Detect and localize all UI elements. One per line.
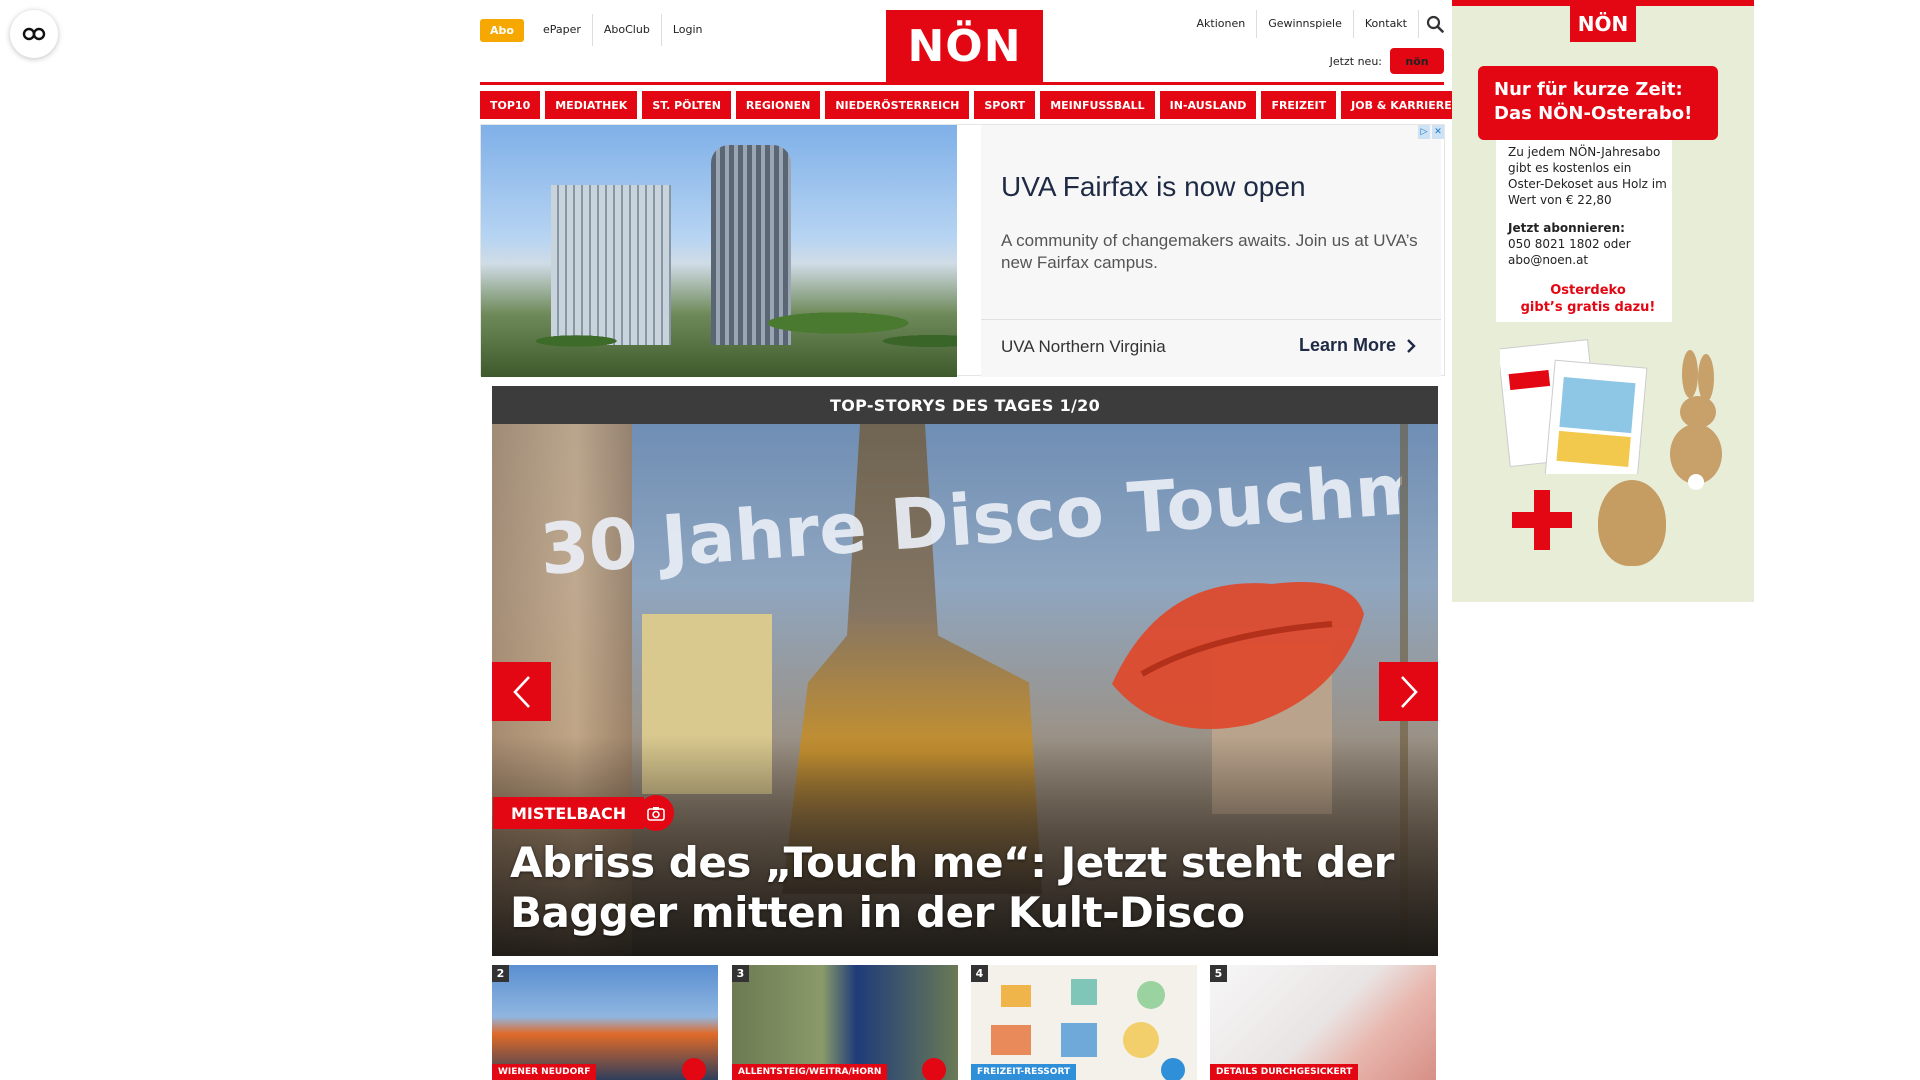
kleine-logo-link[interactable]: nön	[1390, 48, 1444, 74]
page: Abo ePaper AboClub Login NÖN Aktionen Ge…	[0, 0, 1920, 1080]
plus-icon	[1512, 490, 1572, 550]
side-ad-subscribe-label: Jetzt abonnieren:	[1508, 221, 1625, 235]
top-nav-left: Abo ePaper AboClub Login	[480, 14, 714, 46]
carousel-next-button[interactable]	[1379, 662, 1438, 721]
gewinnspiele-link[interactable]: Gewinnspiele	[1256, 10, 1353, 38]
hero-region-tag[interactable]: MISTELBACH	[493, 797, 645, 829]
nav-item-job-karriere[interactable]: JOB & KARRIERE	[1341, 91, 1462, 119]
thumb-region-label: ALLENTSTEIG/WEITRA/HORN	[732, 1064, 888, 1080]
side-ad-headline: Nur für kurze Zeit: Das NÖN-Osterabo!	[1478, 66, 1718, 140]
ad-choices[interactable]: ▷ ✕	[1418, 125, 1444, 139]
thumb-number: 5	[1210, 965, 1227, 982]
side-ad-headline-line2: Das NÖN-Osterabo!	[1494, 103, 1693, 124]
side-ad-body: Zu jedem NÖN-Jahresabo gibt es kostenlos…	[1508, 145, 1667, 207]
thumb-region-label: DETAILS DURCHGESICKERT	[1210, 1064, 1359, 1080]
accessibility-button[interactable]	[10, 10, 58, 58]
nav-item-regionen[interactable]: REGIONEN	[735, 91, 821, 119]
thumb-number: 2	[492, 965, 509, 982]
touchme-lips-logo	[1112, 582, 1364, 729]
side-ad-promo: Osterdeko gibt’s gratis dazu!	[1508, 282, 1668, 316]
abo-button[interactable]: Abo	[480, 18, 524, 42]
nav-item-mediathek[interactable]: MEDIATHEK	[545, 91, 638, 119]
epaper-link[interactable]: ePaper	[532, 14, 592, 46]
ad-sponsor: UVA Northern Virginia	[1001, 337, 1166, 356]
site-logo[interactable]: NÖN	[886, 10, 1043, 83]
side-ad-text: Zu jedem NÖN-Jahresabo gibt es kostenlos…	[1508, 144, 1668, 268]
aktionen-link[interactable]: Aktionen	[1186, 10, 1257, 38]
newspaper-stack-image	[1500, 339, 1648, 474]
side-ad[interactable]: NÖN Nur für kurze Zeit: Das NÖN-Osterabo…	[1452, 0, 1754, 602]
nav-item-top10[interactable]: TOP10	[480, 91, 541, 119]
ad-headline[interactable]: UVA Fairfax is now open	[1001, 171, 1306, 203]
wooden-egg-image	[1598, 480, 1666, 566]
side-ad-promo-line1: Osterdeko	[1550, 283, 1626, 298]
story-thumb-3[interactable]: 3 ALLENTSTEIG/WEITRA/HORN	[732, 965, 958, 1080]
nav-item-freizeit[interactable]: FREIZEIT	[1261, 91, 1337, 119]
ad-divider	[981, 319, 1441, 320]
main-nav: TOP10 MEDIATHEK ST. PÖLTEN REGIONEN NIED…	[480, 91, 1462, 119]
ad-choices-icon: ▷	[1418, 125, 1430, 139]
hero-gallery-badge	[638, 795, 674, 831]
camera-icon	[682, 1058, 706, 1080]
site-header: Abo ePaper AboClub Login NÖN Aktionen Ge…	[480, 0, 1444, 90]
thumb-number: 4	[971, 965, 988, 982]
side-ad-promo-line2: gibt’s gratis dazu!	[1520, 300, 1656, 315]
thumb-region-label: FREIZEIT-RESSORT	[971, 1064, 1077, 1080]
accessibility-icon	[22, 27, 46, 41]
camera-icon	[1161, 1058, 1185, 1080]
story-thumb-2[interactable]: 2 WIENER NEUDORF	[492, 965, 718, 1080]
side-ad-contact: 050 8021 1802 oder abo@noen.at	[1508, 237, 1631, 267]
nav-item-meinfussball[interactable]: MEINFUSSBALL	[1040, 91, 1155, 119]
jetzt-neu: Jetzt neu: nön	[1330, 48, 1444, 74]
wooden-bunny-image	[1670, 350, 1722, 490]
ad-banner[interactable]: UVA Fairfax is now open A community of c…	[480, 124, 1445, 377]
nav-item-st-poelten[interactable]: ST. PÖLTEN	[642, 91, 731, 119]
chevron-left-icon	[512, 675, 530, 708]
ad-trees	[481, 287, 957, 377]
camera-icon	[647, 806, 665, 821]
aboclub-link[interactable]: AboClub	[591, 14, 661, 46]
login-link[interactable]: Login	[660, 14, 714, 46]
ad-learn-more-button[interactable]: Learn More	[1299, 335, 1416, 356]
side-ad-headline-line1: Nur für kurze Zeit:	[1494, 79, 1683, 100]
chevron-right-icon	[1407, 338, 1416, 353]
camera-icon	[922, 1058, 946, 1080]
nav-item-sport[interactable]: SPORT	[974, 91, 1036, 119]
nav-item-niederoesterreich[interactable]: NIEDERÖSTERREICH	[825, 91, 970, 119]
ad-cta-label: Learn More	[1298, 335, 1396, 355]
jetzt-neu-label: Jetzt neu:	[1329, 54, 1382, 68]
story-thumb-5[interactable]: 5 DETAILS DURCHGESICKERT	[1210, 965, 1436, 1080]
ad-image	[481, 125, 957, 377]
side-ad-logo: NÖN	[1570, 6, 1636, 42]
search-button[interactable]	[1418, 10, 1444, 38]
top-stories-header: TOP-STORYS DES TAGES 1/20	[492, 386, 1438, 424]
carousel-prev-button[interactable]	[492, 662, 551, 721]
ad-close-icon: ✕	[1432, 125, 1444, 139]
header-divider	[480, 82, 1444, 85]
story-thumbnails: 2 WIENER NEUDORF 3 ALLENTSTEIG/WEITRA/HO…	[492, 965, 1438, 1080]
thumb-region-label: WIENER NEUDORF	[492, 1064, 597, 1080]
kontakt-link[interactable]: Kontakt	[1352, 10, 1418, 38]
hero-story-title[interactable]: Abriss des „Touch me“: Jetzt steht der B…	[510, 838, 1410, 938]
thumb-number: 3	[732, 965, 749, 982]
chevron-right-icon	[1400, 675, 1418, 708]
ad-body: A community of changemakers awaits. Join…	[1001, 231, 1418, 272]
story-thumb-4[interactable]: 4 FREIZEIT-RESSORT	[971, 965, 1197, 1080]
top-nav-right: Aktionen Gewinnspiele Kontakt	[1186, 10, 1444, 38]
search-icon	[1426, 15, 1444, 33]
nav-item-in-ausland[interactable]: IN-AUSLAND	[1159, 91, 1257, 119]
